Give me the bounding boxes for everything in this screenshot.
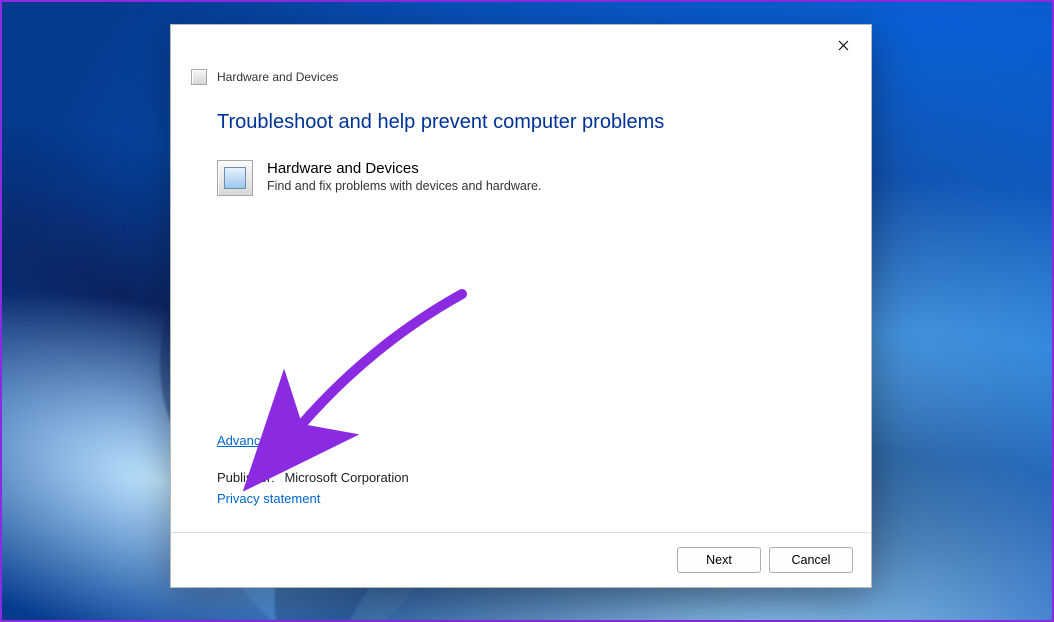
window-header: Hardware and Devices — [171, 65, 871, 93]
troubleshooter-dialog: Hardware and Devices Troubleshoot and he… — [170, 24, 872, 588]
publisher-value: Microsoft Corporation — [284, 470, 408, 485]
titlebar — [171, 25, 871, 65]
next-button[interactable]: Next — [677, 547, 761, 573]
dialog-footer: Next Cancel — [171, 532, 871, 587]
close-button[interactable] — [821, 30, 865, 60]
window-title: Hardware and Devices — [217, 70, 338, 84]
publisher-label: Publisher: — [217, 470, 275, 485]
troubleshooter-item: Hardware and Devices Find and fix proble… — [217, 160, 825, 196]
dialog-content: Troubleshoot and help prevent computer p… — [171, 93, 871, 532]
device-icon — [217, 160, 253, 196]
hardware-icon — [191, 69, 207, 85]
advanced-link[interactable]: Advanced — [217, 433, 275, 448]
troubleshooter-title: Hardware and Devices — [267, 160, 541, 177]
troubleshooter-description: Find and fix problems with devices and h… — [267, 179, 541, 193]
privacy-statement-link[interactable]: Privacy statement — [217, 491, 320, 506]
publisher-line: Publisher: Microsoft Corporation — [217, 470, 825, 485]
cancel-button[interactable]: Cancel — [769, 547, 853, 573]
page-heading: Troubleshoot and help prevent computer p… — [217, 111, 825, 134]
close-icon — [838, 40, 849, 51]
